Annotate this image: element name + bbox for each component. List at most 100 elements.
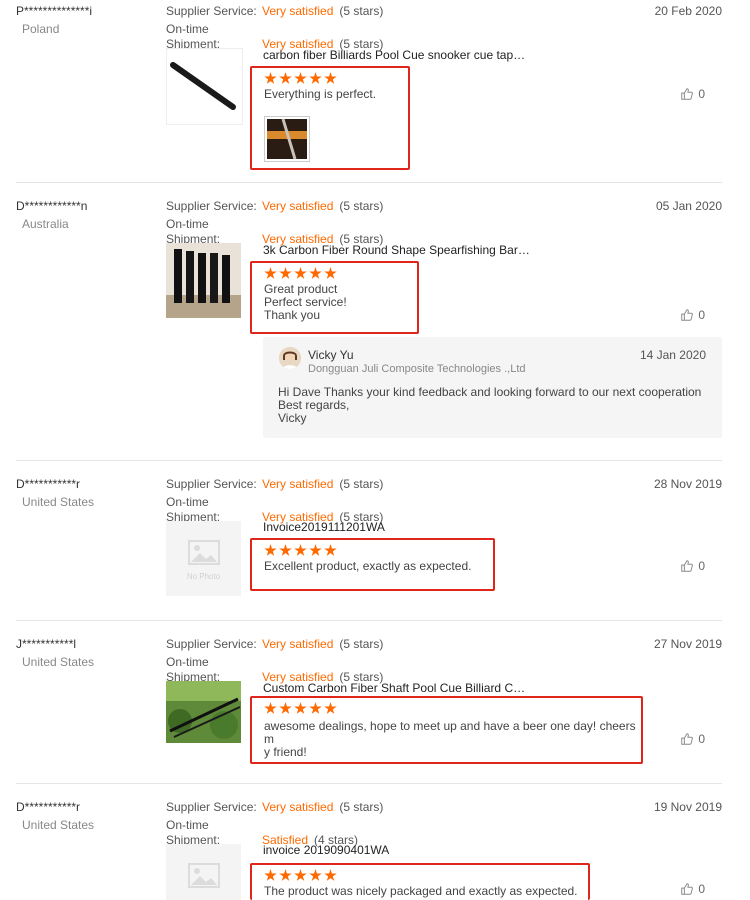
review-photo-thumbnail[interactable] (264, 116, 310, 162)
supplier-service-label: Supplier Service: (166, 637, 257, 651)
star-icon (294, 72, 307, 84)
star-icon (279, 267, 292, 279)
buyer-name: J***********l (16, 637, 77, 651)
star-icon (264, 267, 277, 279)
review-date: 28 Nov 2019 (653, 477, 722, 491)
reply-date: 14 Jan 2020 (639, 348, 706, 362)
review-date: 27 Nov 2019 (653, 637, 722, 651)
supplier-service-rating: Very satisfied (5 stars) (262, 477, 384, 491)
ontime-label: On-time (166, 217, 209, 231)
carbon-tubes-photo-icon[interactable] (166, 243, 241, 318)
star-icon (309, 267, 322, 279)
review-date: 19 Nov 2019 (653, 800, 722, 814)
star-icon (264, 869, 277, 881)
carbon-rod-photo-icon[interactable] (166, 48, 243, 125)
thumbs-up-icon (681, 560, 694, 572)
product-link[interactable]: Invoice2019111201WA (263, 520, 533, 534)
buyer-country: Poland (22, 22, 60, 36)
no-photo-label: No Photo (186, 572, 221, 581)
supplier-service-label: Supplier Service: (166, 4, 257, 18)
cue-shafts-photo-icon[interactable] (166, 681, 241, 743)
supplier-service-label: Supplier Service: (166, 477, 257, 491)
product-link[interactable]: carbon fiber Billiards Pool Cue snooker … (263, 48, 533, 62)
review-comment: Excellent product, exactly as expected. (264, 559, 472, 573)
star-icon (279, 702, 292, 714)
star-icon (309, 544, 322, 556)
review-item: D***********r United States Supplier Ser… (0, 473, 750, 621)
product-link[interactable]: Custom Carbon Fiber Shaft Pool Cue Billi… (263, 681, 533, 695)
review-item: D************n Australia Supplier Servic… (0, 195, 750, 461)
thumbs-up-icon (681, 733, 694, 745)
thumbs-up-icon (681, 309, 694, 321)
review-date: 05 Jan 2020 (655, 199, 722, 213)
product-link[interactable]: invoice 2019090401WA (263, 843, 533, 857)
like-count: 0 (698, 308, 705, 322)
star-icon (324, 267, 337, 279)
star-icon (294, 702, 307, 714)
reply-author: Vicky Yu (308, 348, 354, 362)
buyer-country: United States (22, 495, 95, 509)
buyer-name: D***********r (16, 800, 81, 814)
star-icon (264, 702, 277, 714)
product-rating-stars (264, 702, 337, 715)
review-comment: The product was nicely packaged and exac… (264, 884, 578, 898)
buyer-name: D************n (16, 199, 88, 213)
supplier-service-label: Supplier Service: (166, 199, 257, 213)
product-link[interactable]: 3k Carbon Fiber Round Shape Spearfishing… (263, 243, 533, 257)
ontime-label: On-time (166, 22, 209, 36)
star-icon (309, 72, 322, 84)
like-button[interactable]: 0 (680, 882, 705, 896)
star-icon (324, 72, 337, 84)
supplier-service-rating: Very satisfied (5 stars) (262, 637, 384, 651)
star-icon (279, 544, 292, 556)
supplier-service-rating: Very satisfied (5 stars) (262, 199, 384, 213)
highlighted-feedback: Great product Perfect service! Thank you (250, 261, 419, 334)
supplier-service-label: Supplier Service: (166, 800, 257, 814)
product-rating-stars (264, 72, 337, 85)
review-divider (16, 182, 722, 183)
highlighted-feedback: awesome dealings, hope to meet up and ha… (250, 696, 643, 764)
supplier-service-rating: Very satisfied (5 stars) (262, 4, 384, 18)
product-rating-stars (264, 869, 337, 882)
no-photo-icon: No Photo (166, 521, 241, 596)
star-icon (279, 72, 292, 84)
thumbs-up-icon (681, 88, 694, 100)
star-icon (324, 869, 337, 881)
like-button[interactable]: 0 (680, 559, 705, 573)
star-icon (324, 702, 337, 714)
highlighted-feedback: Excellent product, exactly as expected. (250, 538, 495, 591)
buyer-country: United States (22, 818, 95, 832)
star-icon (294, 869, 307, 881)
like-count: 0 (698, 559, 705, 573)
star-icon (324, 544, 337, 556)
like-count: 0 (698, 732, 705, 746)
star-icon (294, 544, 307, 556)
star-icon (309, 869, 322, 881)
ontime-label: On-time (166, 655, 209, 669)
avatar (279, 347, 301, 369)
review-item: J***********l United States Supplier Ser… (0, 633, 750, 784)
review-comment: Great product Perfect service! Thank you (264, 282, 347, 322)
like-button[interactable]: 0 (680, 308, 705, 322)
buyer-country: Australia (22, 217, 69, 231)
review-comment: Everything is perfect. (264, 87, 377, 101)
product-rating-stars (264, 544, 337, 557)
supplier-service-rating: Very satisfied (5 stars) (262, 800, 384, 814)
ontime-label: On-time (166, 495, 209, 509)
review-item: P**************i Poland Supplier Service… (0, 0, 750, 183)
star-icon (279, 869, 292, 881)
star-icon (309, 702, 322, 714)
review-date: 20 Feb 2020 (654, 4, 722, 18)
review-divider (16, 460, 722, 461)
ontime-label: On-time (166, 818, 209, 832)
like-button[interactable]: 0 (680, 732, 705, 746)
buyer-name: D***********r (16, 477, 81, 491)
review-divider (16, 783, 722, 784)
like-button[interactable]: 0 (680, 87, 705, 101)
buyer-country: United States (22, 655, 95, 669)
reply-company: Dongguan Juli Composite Technologies .,L… (308, 363, 526, 375)
like-count: 0 (698, 87, 705, 101)
review-comment: awesome dealings, hope to meet up and ha… (264, 719, 636, 759)
highlighted-feedback: Everything is perfect. (250, 66, 410, 170)
buyer-name: P**************i (16, 4, 93, 18)
